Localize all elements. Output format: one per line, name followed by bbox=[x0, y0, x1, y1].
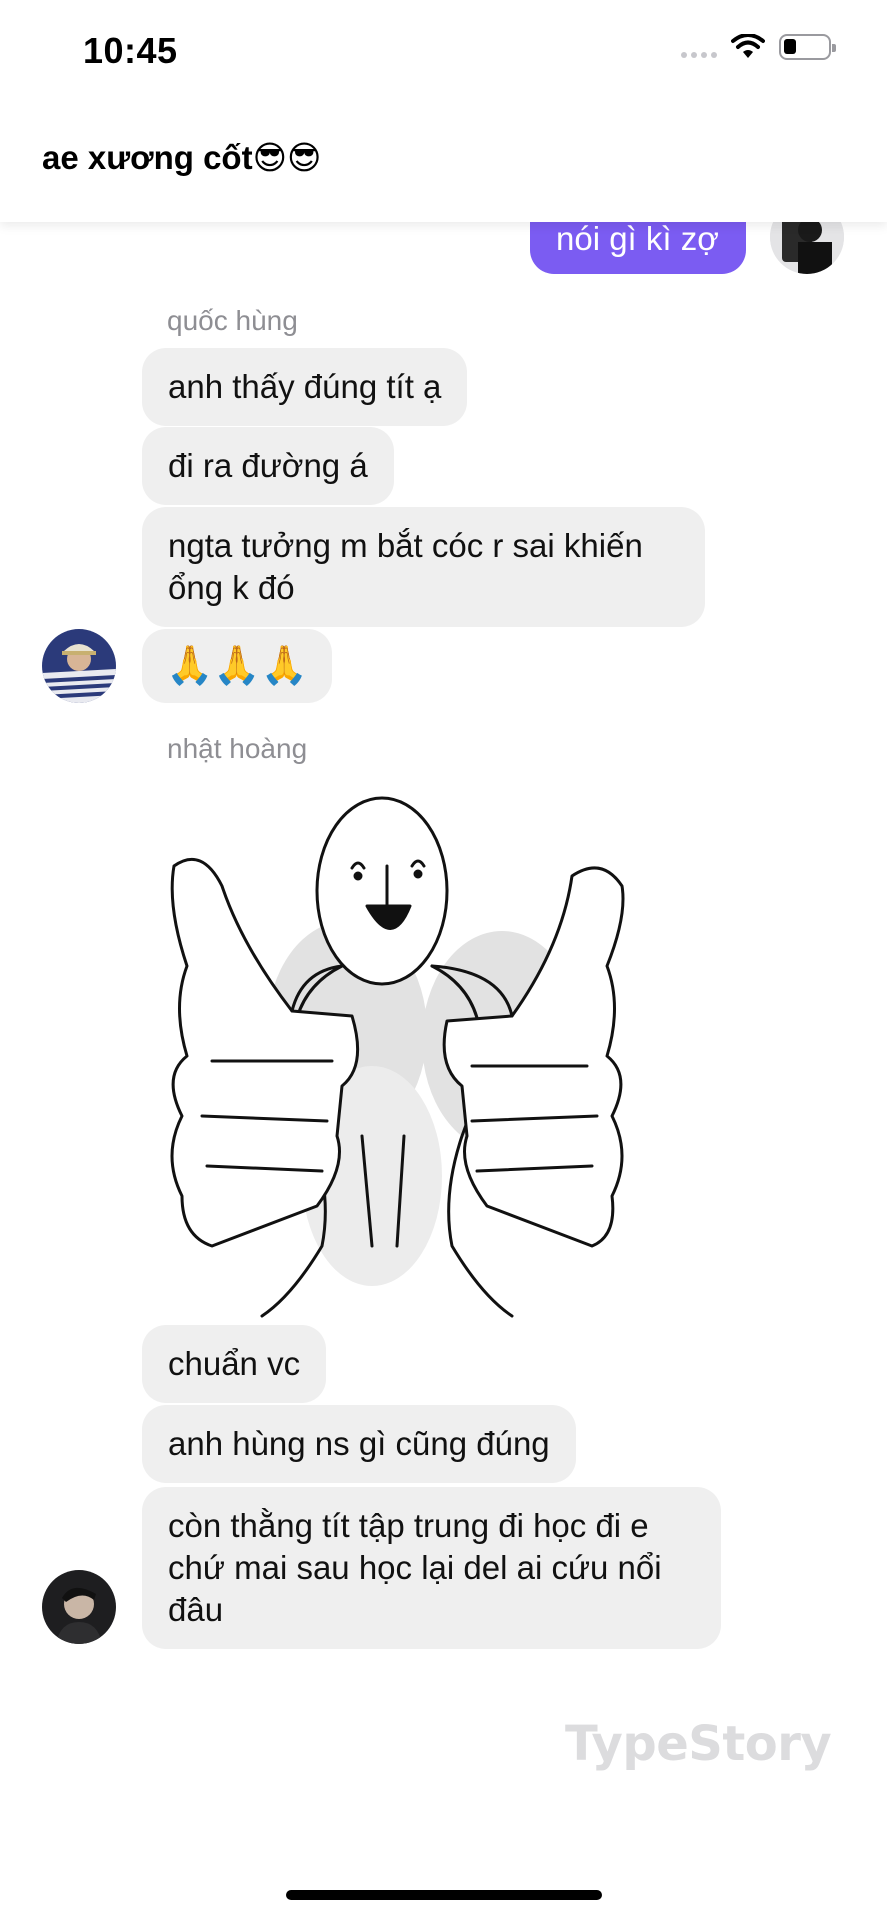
message-bubble[interactable]: anh thấy đúng tít ạ bbox=[142, 348, 468, 426]
outgoing-message-text: nói gì kì zợ bbox=[556, 220, 719, 257]
status-time: 10:45 bbox=[83, 30, 178, 71]
status-bar: 10:45 bbox=[0, 0, 887, 100]
message-bubble[interactable]: 🙏🙏🙏 bbox=[142, 629, 332, 703]
sender-name: nhật hoàng bbox=[167, 733, 308, 764]
message-bubble[interactable]: ngta tưởng m bắt cóc r sai khiến ổng k đ… bbox=[142, 507, 705, 627]
message-text: còn thằng tít tập trung đi học đi e chứ … bbox=[168, 1507, 662, 1628]
wifi-icon bbox=[731, 34, 765, 58]
sender-avatar-image bbox=[42, 1570, 116, 1644]
chat-title[interactable]: ae xương cốt😎😎 bbox=[42, 138, 321, 177]
signal-icon bbox=[681, 36, 717, 58]
sender-name: quốc hùng bbox=[167, 305, 298, 336]
message-bubble[interactable]: anh hùng ns gì cũng đúng bbox=[142, 1405, 576, 1483]
message-text: 🙏🙏🙏 bbox=[166, 645, 308, 687]
message-bubble[interactable]: còn thằng tít tập trung đi học đi e chứ … bbox=[142, 1487, 721, 1649]
sender-avatar[interactable] bbox=[42, 1570, 116, 1644]
chat-header: ae xương cốt😎😎 bbox=[0, 100, 887, 222]
message-bubble[interactable]: đi ra đường á bbox=[142, 427, 394, 505]
sender-avatar[interactable] bbox=[42, 629, 116, 703]
sender-avatar-image bbox=[42, 629, 116, 703]
watermark: TypeStory bbox=[565, 1716, 832, 1772]
status-icons bbox=[681, 34, 836, 60]
message-text: chuẩn vc bbox=[168, 1345, 301, 1382]
message-list[interactable]: nói gì kì zợ quốc hùng anh thấy đúng tít… bbox=[0, 0, 887, 1920]
message-text: anh thấy đúng tít ạ bbox=[168, 368, 442, 405]
message-bubble[interactable]: chuẩn vc bbox=[142, 1325, 327, 1403]
home-indicator[interactable] bbox=[286, 1890, 602, 1900]
message-text: đi ra đường á bbox=[168, 447, 368, 484]
message-text: anh hùng ns gì cũng đúng bbox=[168, 1425, 550, 1462]
image-message[interactable] bbox=[142, 776, 660, 1318]
thumbs-up-drawing-image bbox=[142, 776, 660, 1318]
message-text: ngta tưởng m bắt cóc r sai khiến ổng k đ… bbox=[168, 527, 643, 606]
battery-icon bbox=[779, 34, 836, 60]
